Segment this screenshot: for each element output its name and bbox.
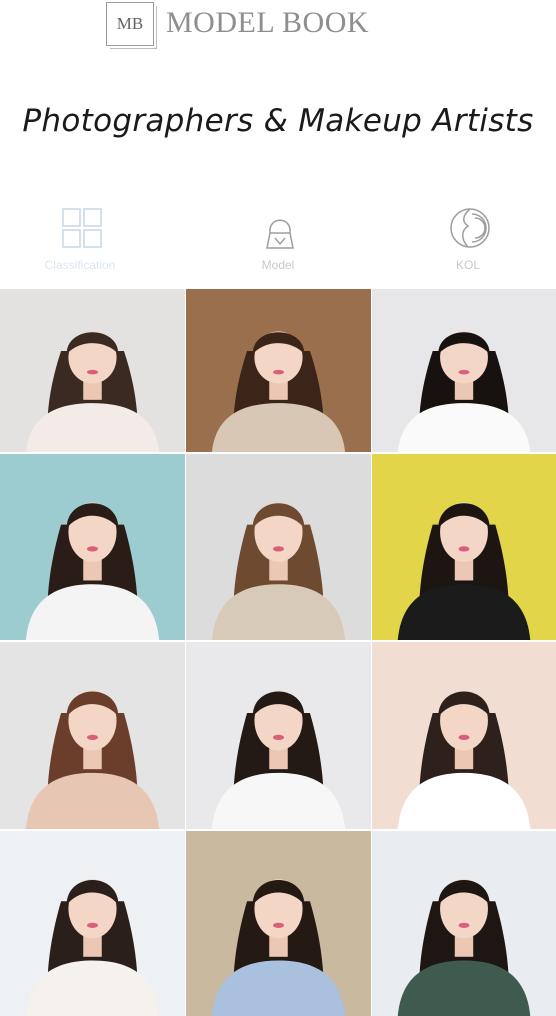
model-photo[interactable] [186,642,371,829]
nav-item-kol[interactable]: KOL [393,198,543,280]
nav-label-model: Model [261,258,295,272]
model-photo[interactable] [186,831,371,1016]
nav-item-model[interactable]: Model [203,198,353,280]
model-photo[interactable] [372,289,556,452]
portrait-image [211,690,346,829]
model-photo[interactable] [186,289,371,452]
model-photo[interactable] [0,642,185,829]
model-photo[interactable] [372,831,556,1016]
portrait-image [397,502,531,640]
portrait-image [211,879,346,1016]
kol-icon [450,208,490,248]
portrait-image [25,879,160,1016]
model-photo[interactable] [186,454,371,640]
nav-label-classification: Classification [44,258,116,272]
portrait-image [211,502,346,640]
model-photo[interactable] [372,642,556,829]
brand-name[interactable]: MODEL BOOK [166,6,369,40]
portrait-image [397,690,531,829]
nav-item-classification[interactable]: Classification [5,198,155,280]
portrait-image [25,690,160,829]
category-nav: Classification Model KOL [0,198,556,280]
portrait-image [25,331,160,452]
page-title: Photographers & Makeup Artists [22,103,534,139]
model-photo[interactable] [372,454,556,640]
app-header: MB MODEL BOOK [0,0,556,52]
portrait-image [397,331,531,452]
portrait-image [211,331,346,452]
brand-logo[interactable]: MB [106,2,157,49]
model-photo[interactable] [0,831,185,1016]
model-photo[interactable] [0,454,185,640]
model-icon [266,219,294,249]
portrait-image [397,879,531,1016]
portrait-image [25,502,160,640]
model-photo[interactable] [0,289,185,452]
nav-label-kol: KOL [455,258,480,272]
grid-icon [62,208,102,248]
photo-grid [0,289,556,1016]
